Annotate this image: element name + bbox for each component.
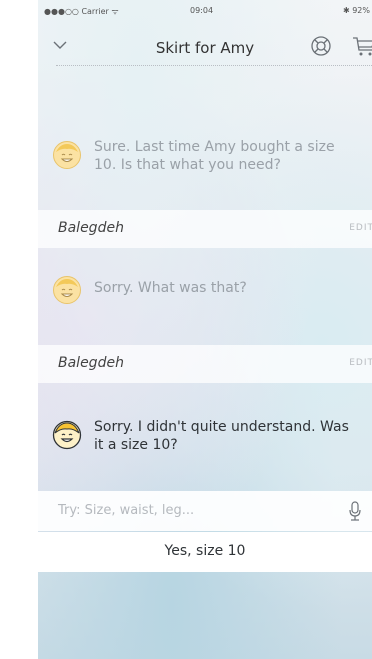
user-reply-text: Balegdeh <box>58 220 124 236</box>
message-text: Sorry. I didn't quite understand. Was it… <box>94 419 349 453</box>
edit-button[interactable]: EDIT <box>349 358 372 368</box>
status-bar: ●●●○○ Carrier ᯤ 09:04 ✱ 92% <box>38 0 372 20</box>
bot-avatar-icon <box>53 141 81 169</box>
microphone-icon[interactable] <box>348 501 362 521</box>
bot-avatar-icon <box>52 420 82 450</box>
suggestion-label: Yes, size 10 <box>164 543 246 559</box>
user-reply-text: Balegdeh <box>58 355 124 371</box>
phone-screen: ●●●○○ Carrier ᯤ 09:04 ✱ 92% Skirt for Am… <box>38 0 372 659</box>
message-text: Sorry. What was that? <box>94 280 247 296</box>
reply-input-placeholder[interactable]: Try: Size, waist, leg... <box>58 503 194 518</box>
edit-button[interactable]: EDIT <box>349 223 372 233</box>
user-reply-row: Balegdeh EDIT <box>38 345 372 383</box>
user-reply-row: Balegdeh EDIT <box>38 210 372 248</box>
cart-icon[interactable] <box>352 35 372 57</box>
message-text: Sure. Last time Amy bought a size 10. Is… <box>94 139 335 173</box>
clock: 09:04 <box>190 6 214 15</box>
lifebuoy-icon[interactable] <box>310 35 332 57</box>
carrier-label: ●●●○○ Carrier ᯤ <box>44 7 119 16</box>
chevron-down-icon[interactable] <box>52 39 68 51</box>
reply-input-bar[interactable]: Try: Size, waist, leg... <box>38 491 372 531</box>
battery-indicator: ✱ 92% <box>342 6 370 15</box>
suggestion-button[interactable]: Yes, size 10 <box>38 532 372 572</box>
nav-bar: Skirt for Amy <box>38 20 372 64</box>
header-divider <box>56 65 372 66</box>
bot-avatar-icon <box>53 276 81 304</box>
